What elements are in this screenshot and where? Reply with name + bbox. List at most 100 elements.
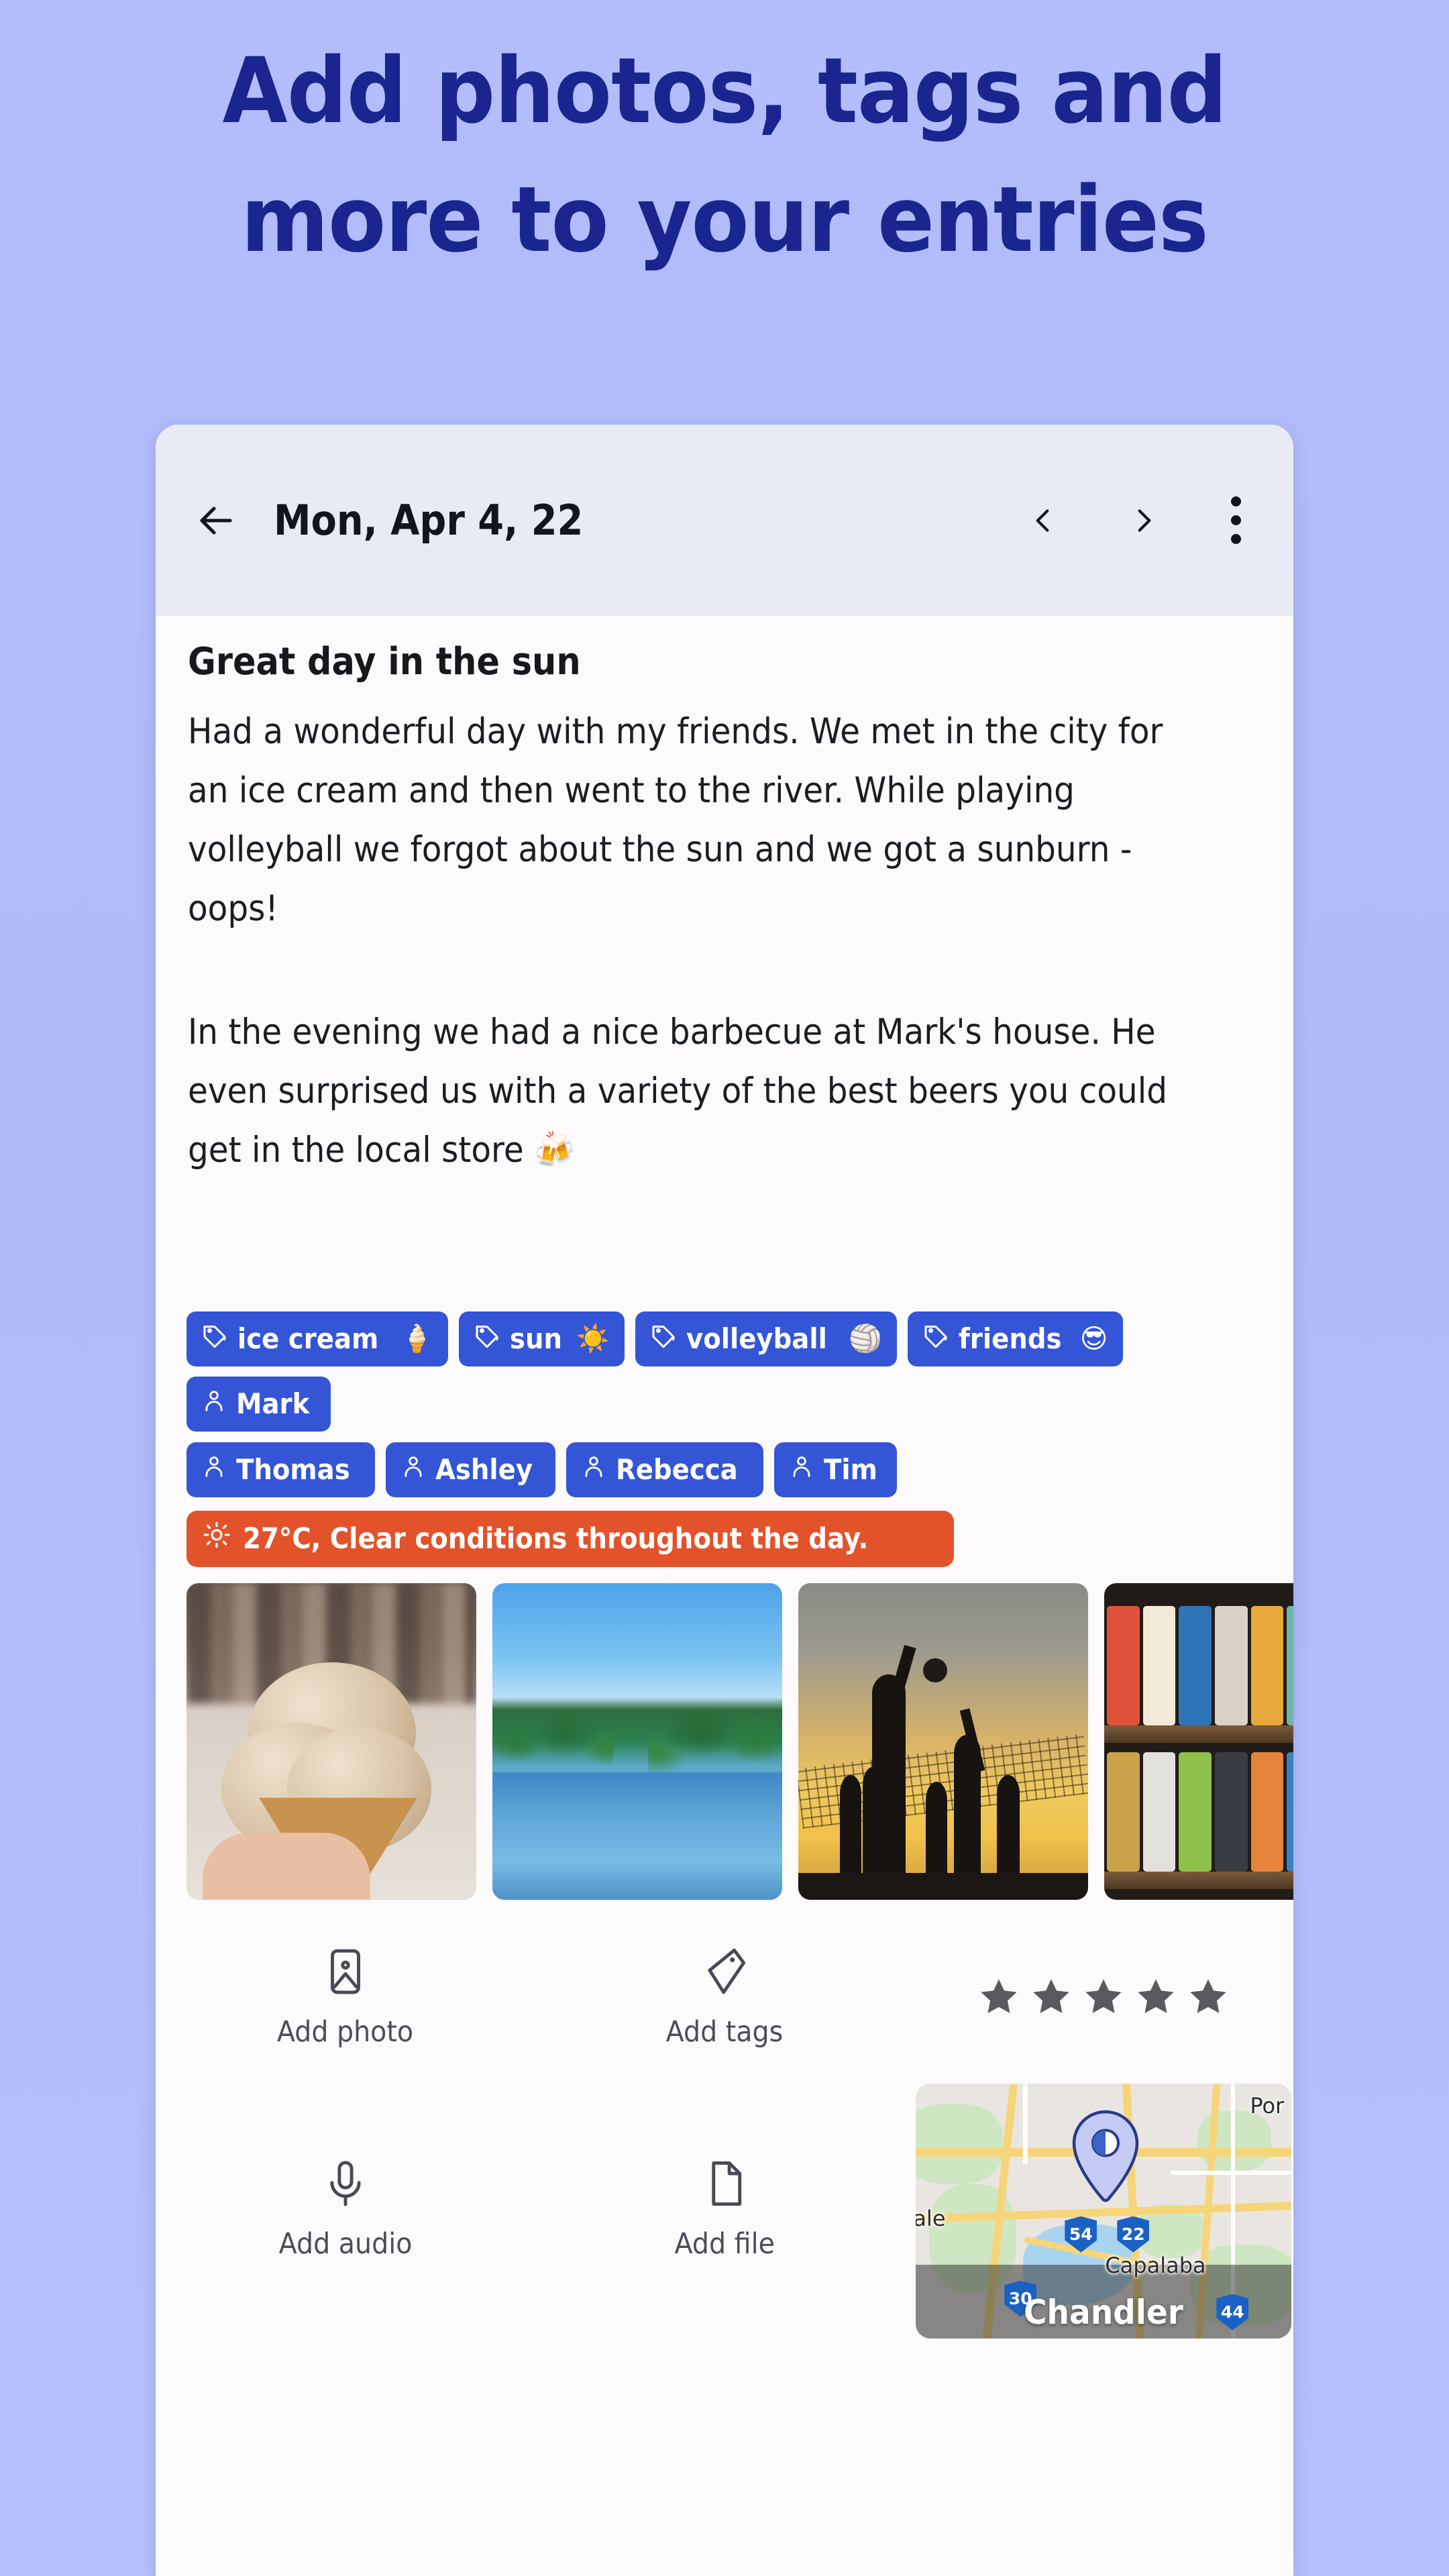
chip-label: sun [510, 1322, 563, 1356]
star-icon-filled [981, 1979, 1017, 2013]
star-icon-filled [1138, 1979, 1174, 2013]
beer-can [1250, 1605, 1284, 1725]
chip-ice-cream[interactable]: ice cream 🍦 [186, 1311, 449, 1366]
person-icon [201, 1387, 227, 1420]
location-map-cell[interactable]: 54 22 Por ale Capalaba 30 44 Chandler [914, 2080, 1293, 2339]
app-screenshot-card: Mon, Apr 4, 22 Great day in the sun Had … [156, 425, 1293, 2576]
photo-volleyball[interactable] [798, 1582, 1088, 1900]
entry-spacer [188, 1180, 1261, 1311]
map-pin-icon [1069, 2109, 1142, 2210]
weather-chip[interactable]: 27°C, Clear conditions throughout the da… [186, 1510, 954, 1567]
hand [203, 1832, 370, 1900]
person-icon [581, 1453, 606, 1486]
sun-emoji: ☀️ [576, 1323, 610, 1354]
add-tags-button[interactable]: Add tags [535, 1927, 914, 2068]
shelf [1104, 1871, 1293, 1889]
sun-icon [203, 1521, 231, 1556]
location-map-card[interactable]: 54 22 Por ale Capalaba 30 44 Chandler [916, 2083, 1292, 2339]
entry-paragraph-1: Had a wonderful day with my friends. We … [188, 711, 1163, 929]
chip-label: Tim [823, 1453, 877, 1487]
more-vertical-icon[interactable] [1216, 490, 1256, 551]
chip-sun[interactable]: sun ☀️ [459, 1311, 625, 1366]
chip-person-ashley[interactable]: Ashley [385, 1442, 556, 1497]
app-bar: Mon, Apr 4, 22 [156, 425, 1293, 616]
ground [798, 1872, 1088, 1900]
chip-label: Ashley [435, 1453, 533, 1487]
ice-cream-emoji: 🍦 [400, 1323, 434, 1354]
chevron-left-icon[interactable] [1012, 490, 1073, 551]
photo-river[interactable] [492, 1582, 782, 1900]
player-silhouette [926, 1781, 947, 1876]
shield-number: 54 [1069, 2224, 1093, 2245]
chip-person-tim[interactable]: Tim [773, 1442, 897, 1497]
photo-ice-cream[interactable] [186, 1582, 476, 1900]
chip-person-rebecca[interactable]: Rebecca [566, 1442, 763, 1497]
chip-person-mark[interactable]: Mark [186, 1376, 331, 1432]
star-rating-stars[interactable] [977, 1975, 1230, 2019]
shield-number: 22 [1121, 2224, 1145, 2245]
shelf [1104, 1725, 1293, 1743]
entry-body[interactable]: Had a wonderful day with my friends. We … [188, 702, 1261, 1180]
tag-icon [922, 1322, 949, 1356]
chip-person-thomas[interactable]: Thomas [186, 1442, 375, 1497]
photo-beer-shelf[interactable] [1104, 1582, 1293, 1900]
add-tags-label: Add tags [665, 2015, 784, 2049]
page-title: Add photos, tags and more to your entrie… [51, 27, 1399, 284]
tag-icon [650, 1322, 677, 1356]
volleyball-emoji: 🏐 [849, 1323, 882, 1354]
add-file-label: Add file [674, 2226, 775, 2261]
sunglasses-emoji: 😎 [1079, 1323, 1108, 1354]
add-audio-button[interactable]: Add audio [156, 2139, 535, 2279]
tag-icon [474, 1322, 500, 1356]
person-icon [789, 1453, 814, 1486]
map-label: Capalaba [1105, 2252, 1206, 2278]
beer-can [1287, 1605, 1293, 1725]
chip-volleyball[interactable]: volleyball 🏐 [635, 1311, 897, 1366]
chip-label: friends [958, 1322, 1062, 1356]
star-icon-filled [1085, 1979, 1122, 2013]
chevron-right-icon[interactable] [1114, 490, 1175, 551]
player-silhouette [997, 1774, 1020, 1876]
can-row [1104, 1752, 1293, 1872]
image-icon [319, 1945, 372, 2000]
photo-strip[interactable] [156, 1582, 1293, 1900]
entry-title[interactable]: Great day in the sun [188, 640, 1165, 684]
chip-label: Thomas [236, 1453, 350, 1487]
add-audio-label: Add audio [278, 2226, 413, 2261]
player-silhouette [840, 1774, 861, 1876]
person-icon [400, 1453, 426, 1486]
beer-can [1179, 1752, 1212, 1872]
person-icon [201, 1453, 227, 1486]
beer-can [1107, 1752, 1140, 1872]
arrow-left-icon[interactable] [185, 490, 247, 551]
river-water [492, 1772, 782, 1900]
beer-can [1250, 1752, 1284, 1872]
map-road [1023, 2083, 1028, 2164]
weather-text: 27°C, Clear conditions throughout the da… [243, 1521, 869, 1556]
file-icon [698, 2157, 751, 2212]
entry-paragraph-2: In the evening we had a nice barbecue at… [188, 1011, 1167, 1171]
volleyball [923, 1658, 947, 1682]
entry-action-grid: Add photo Add tags Add audio Add file 54… [156, 1927, 1293, 2339]
entry-date-title: Mon, Apr 4, 22 [274, 496, 584, 545]
app-bar-left: Mon, Apr 4, 22 [185, 490, 1012, 551]
entry-content: Great day in the sun Had a wonderful day… [156, 616, 1293, 1311]
beer-can [1107, 1605, 1140, 1725]
map-location-name: Chandler [1024, 2292, 1184, 2332]
trees-right [648, 1683, 782, 1784]
headline-line-2: more to your entries [241, 166, 1209, 272]
star-rating[interactable] [914, 1956, 1293, 2038]
star-icon-filled [1190, 1979, 1226, 2013]
beer-can [1142, 1605, 1176, 1725]
chip-label: Mark [236, 1387, 310, 1421]
tag-chip-row-2: Thomas Ashley Rebecca Tim [156, 1442, 1293, 1497]
beer-can [1287, 1752, 1293, 1872]
chip-label: Rebecca [616, 1453, 738, 1487]
app-bar-right [1012, 490, 1263, 551]
map-park [916, 2103, 1004, 2184]
add-photo-button[interactable]: Add photo [156, 1927, 535, 2068]
beer-can [1142, 1752, 1176, 1872]
chip-friends[interactable]: friends 😎 [907, 1311, 1123, 1366]
beer-can [1214, 1605, 1248, 1725]
add-file-button[interactable]: Add file [535, 2139, 914, 2279]
